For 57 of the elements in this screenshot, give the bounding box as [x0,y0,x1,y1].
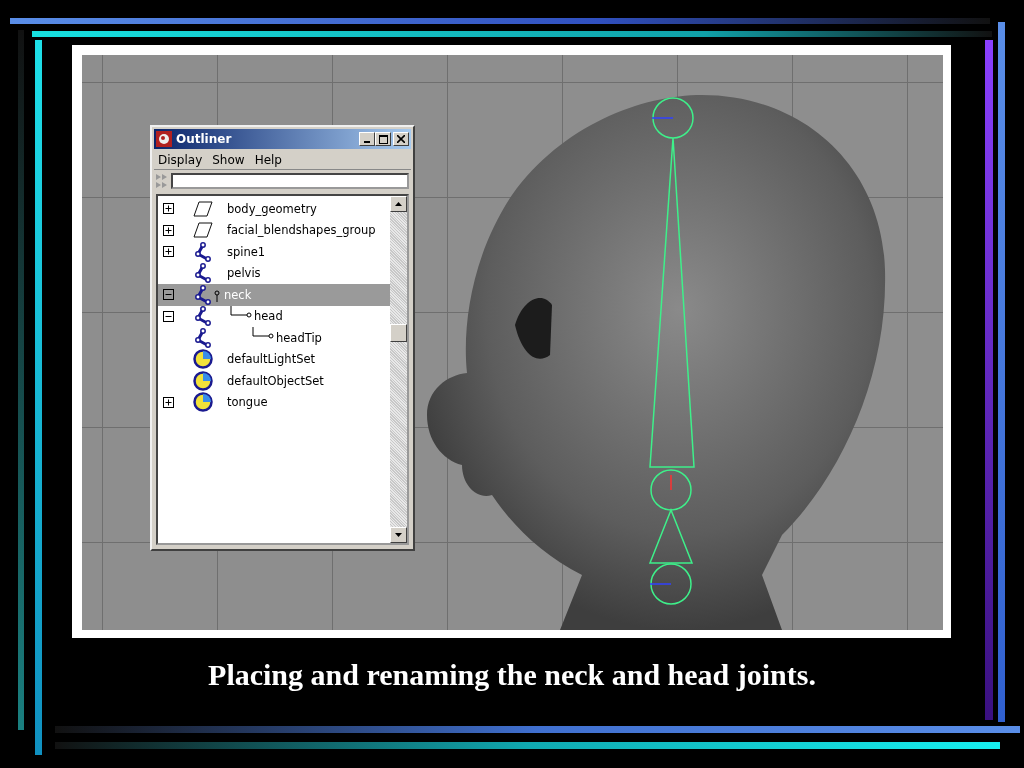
connector-icon [230,305,252,320]
expand-icon[interactable] [163,203,174,215]
filter-field[interactable] [171,173,409,189]
scroll-down-button[interactable] [390,527,407,543]
maximize-button[interactable] [375,132,391,146]
window-title: Outliner [176,132,233,146]
menu-item[interactable]: Show [212,153,245,167]
joint-chain-icon [194,306,212,327]
node-icon [214,287,220,302]
menu-item[interactable]: Display [158,153,203,167]
expand-icon[interactable] [163,224,174,236]
expand-icon[interactable] [163,396,174,408]
menu-item[interactable]: Help [254,153,282,167]
parallelogram-icon [193,222,213,239]
scroll-up-button[interactable] [390,196,407,212]
node-name: neck [224,287,252,302]
connector-icon [252,327,274,341]
maximize-icon [378,134,388,144]
up-arrow-icon [395,202,402,206]
outliner-row[interactable]: tongue [158,391,390,413]
set-icon [193,370,213,391]
node-name: facial_blendshapes_group [227,223,376,238]
minimize-button[interactable] [359,132,375,146]
set-icon [193,392,213,413]
joint-chain-icon [194,241,212,262]
joint-chain-icon [194,327,212,348]
node-name: pelvis [227,266,261,281]
node-name: tongue [227,395,268,410]
slide-caption: Placing and renaming the neck and head joints. [207,658,817,692]
outliner-row[interactable]: headTip [158,327,390,349]
outliner-row[interactable]: pelvis [158,262,390,284]
collapse-icon[interactable] [163,289,174,301]
outliner-row[interactable]: facial_blendshapes_group [158,219,390,241]
node-name: body_geometry [227,201,317,216]
close-button[interactable] [393,132,409,146]
scrollbar[interactable] [390,196,407,543]
app-icon [156,131,172,147]
expand-icon[interactable] [163,246,174,258]
node-name: headTip [276,330,322,345]
joint-chain-icon [194,263,212,284]
outliner-row[interactable]: defaultLightSet [158,348,390,370]
outliner-row[interactable]: body_geometry [158,198,390,220]
node-name: defaultObjectSet [227,373,324,388]
joint-chain-icon [194,284,212,305]
outliner-row[interactable]: head [158,305,390,327]
outliner-row[interactable]: defaultObjectSet [158,370,390,392]
node-name: head [254,309,283,324]
node-name: defaultLightSet [227,352,316,367]
scroll-thumb[interactable] [390,324,407,342]
collapse-icon[interactable] [163,310,174,322]
node-name: spine1 [227,244,266,259]
parallelogram-icon [193,200,213,217]
set-icon [193,349,213,370]
filter-icon [156,174,168,188]
down-arrow-icon [395,533,402,537]
outliner-row[interactable]: spine1 [158,241,390,263]
close-icon [397,135,405,143]
